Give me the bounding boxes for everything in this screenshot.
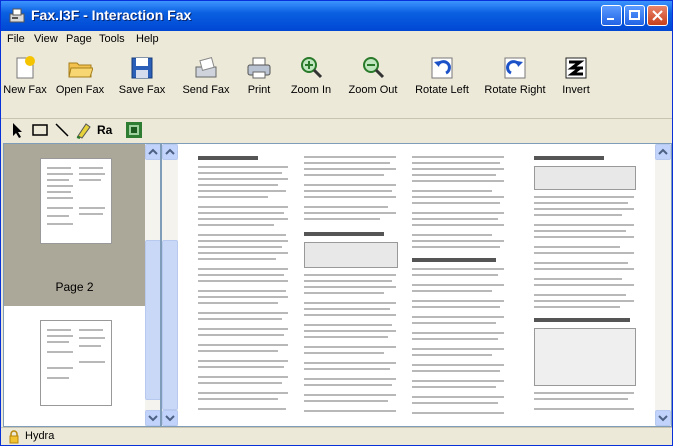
menu-view[interactable]: View xyxy=(34,33,58,45)
thumbnail-page-3[interactable] xyxy=(4,312,145,426)
rectangle-tool-icon[interactable] xyxy=(31,121,49,139)
title-bar[interactable]: Fax.I3F - Interaction Fax xyxy=(1,1,672,31)
zoom-out-button[interactable]: Zoom Out xyxy=(343,53,403,113)
scroll-up-icon[interactable] xyxy=(655,144,671,160)
user-lock-icon xyxy=(7,430,21,444)
scroll-up-icon[interactable] xyxy=(145,144,160,160)
document-viewer[interactable] xyxy=(161,143,672,427)
new-fax-icon xyxy=(16,56,35,79)
zoom-in-button[interactable]: Zoom In xyxy=(283,53,339,113)
scroll-thumb[interactable] xyxy=(162,240,178,410)
text-tool-icon[interactable]: Ra xyxy=(97,123,121,141)
send-fax-button[interactable]: Send Fax xyxy=(177,53,235,113)
menu-help[interactable]: Help xyxy=(136,33,159,45)
window-title: Fax.I3F - Interaction Fax xyxy=(31,7,192,23)
viewer-left-scrollbar[interactable] xyxy=(162,144,178,426)
menu-bar: File View Page Tools Help xyxy=(1,31,672,49)
thumbnail-page-2[interactable]: Page 2 xyxy=(4,144,145,306)
scroll-thumb[interactable] xyxy=(145,240,160,400)
thumbnail-pane[interactable]: Page 2 xyxy=(3,143,161,427)
fax-machine-icon xyxy=(9,8,25,24)
minimize-button[interactable] xyxy=(601,5,622,26)
app-window: Fax.I3F - Interaction Fax File View Page… xyxy=(0,0,673,446)
menu-file[interactable]: File xyxy=(7,33,25,45)
rotate-left-icon xyxy=(431,57,453,79)
invert-button[interactable]: Invert xyxy=(555,53,597,113)
scroll-down-icon[interactable] xyxy=(162,410,178,426)
menu-page[interactable]: Page xyxy=(66,33,92,45)
new-fax-button[interactable]: New Fax xyxy=(3,53,47,113)
fax-page-image xyxy=(184,150,654,426)
status-user: Hydra xyxy=(25,430,55,442)
close-button[interactable] xyxy=(647,5,668,26)
thumbnail-scrollbar[interactable] xyxy=(145,144,160,426)
open-folder-icon xyxy=(68,62,93,78)
close-icon xyxy=(652,10,663,21)
scroll-down-icon[interactable] xyxy=(145,410,160,426)
status-bar: Hydra xyxy=(1,427,672,446)
highlighter-tool-icon[interactable] xyxy=(75,121,93,139)
send-fax-icon xyxy=(195,57,217,78)
maximize-icon xyxy=(629,10,640,20)
scroll-down-icon[interactable] xyxy=(655,410,671,426)
annotation-toolbar: Ra xyxy=(1,119,672,141)
rotate-right-icon xyxy=(504,57,526,79)
zoom-out-icon xyxy=(363,57,385,79)
open-fax-button[interactable]: Open Fax xyxy=(51,53,109,113)
minimize-icon xyxy=(607,18,614,20)
thumbnail-label: Page 2 xyxy=(55,280,94,294)
line-tool-icon[interactable] xyxy=(53,121,71,139)
floppy-disk-icon xyxy=(131,57,153,79)
main-toolbar: New Fax Open Fax Save Fax Send Fax Print… xyxy=(1,51,672,117)
scroll-up-icon[interactable] xyxy=(162,144,178,160)
invert-icon xyxy=(565,57,587,79)
image-stamp-icon[interactable] xyxy=(125,121,143,139)
thumbnail-image xyxy=(40,320,112,406)
viewer-scrollbar[interactable] xyxy=(655,144,671,426)
maximize-button[interactable] xyxy=(624,5,645,26)
rotate-right-button[interactable]: Rotate Right xyxy=(479,53,551,113)
save-fax-button[interactable]: Save Fax xyxy=(113,53,171,113)
select-arrow-icon[interactable] xyxy=(9,121,27,139)
print-button[interactable]: Print xyxy=(239,53,279,113)
menu-tools[interactable]: Tools xyxy=(99,33,125,45)
printer-icon xyxy=(247,57,271,79)
thumbnail-image xyxy=(40,158,112,244)
rotate-left-button[interactable]: Rotate Left xyxy=(409,53,475,113)
zoom-in-icon xyxy=(301,57,323,79)
